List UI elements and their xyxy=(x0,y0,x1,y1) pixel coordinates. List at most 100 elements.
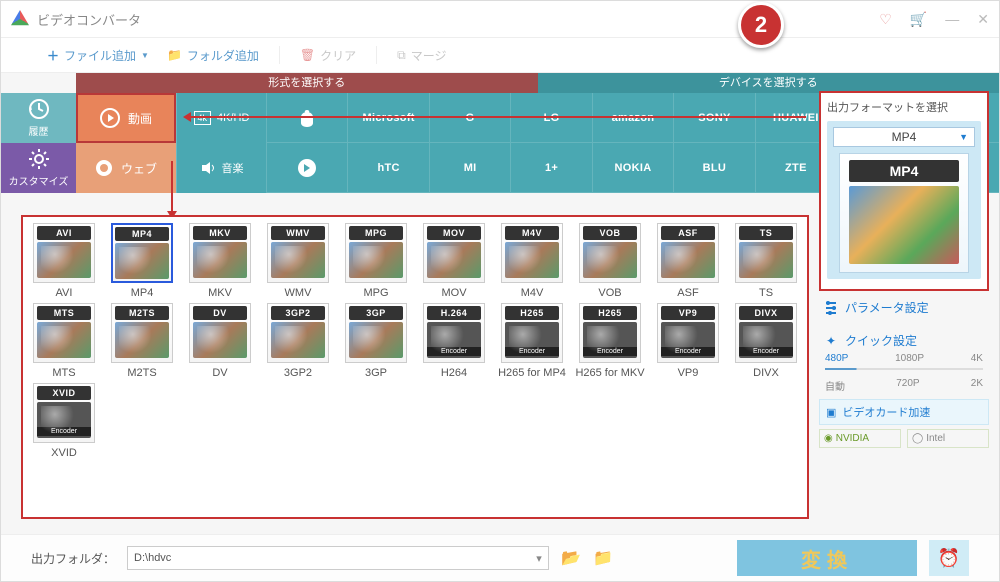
quality-row-2[interactable]: 自動 720P 2K xyxy=(819,376,989,395)
titlebar: ビデオコンバータ ♡ 🛒 — ✕ xyxy=(1,1,999,38)
brand-apple[interactable] xyxy=(266,93,347,143)
add-folder-button[interactable]: 📁 フォルダ追加 xyxy=(161,43,265,68)
format-mkv[interactable]: MKVMKV xyxy=(185,223,255,299)
format-dv[interactable]: DVDV xyxy=(185,303,255,379)
format-label: VP9 xyxy=(678,367,699,379)
tab-format[interactable]: 形式を選択する xyxy=(76,73,538,93)
format-wmv[interactable]: WMVWMV xyxy=(263,223,333,299)
brand-motorola[interactable] xyxy=(266,143,347,193)
alarm-button[interactable]: ⏰ xyxy=(929,540,969,576)
customize-label: カスタマイズ xyxy=(9,173,69,188)
tab-device[interactable]: デバイスを選択する xyxy=(538,73,1000,93)
close-button[interactable]: ✕ xyxy=(977,11,989,28)
format-label: ASF xyxy=(677,287,698,299)
output-format-dropdown[interactable]: MP4 xyxy=(833,127,975,147)
format-h265-for-mkv[interactable]: H265H265 for MKV xyxy=(575,303,645,379)
format-xvid[interactable]: XVIDXVID xyxy=(29,383,99,459)
format-asf[interactable]: ASFASF xyxy=(653,223,723,299)
format-ts[interactable]: TSTS xyxy=(731,223,801,299)
format-3gp[interactable]: 3GP3GP xyxy=(341,303,411,379)
web-category[interactable]: ウェブ xyxy=(76,143,176,193)
nvidia-icon: ◉ xyxy=(824,433,833,444)
4k-hd-label: 4K/HD xyxy=(217,112,249,124)
format-thumb: VOB xyxy=(579,223,641,283)
format-m2ts[interactable]: M2TS M2TS xyxy=(107,303,177,379)
type-tabs: 形式を選択する デバイスを選択する xyxy=(76,73,999,93)
format-vob[interactable]: VOB VOB xyxy=(575,223,645,299)
intel-icon: ◯ xyxy=(912,433,923,444)
format-thumb: M2TS xyxy=(111,303,173,363)
quality-slider[interactable] xyxy=(825,368,983,370)
history-tab[interactable]: 履歴 xyxy=(1,93,76,143)
format-label: VOB xyxy=(598,287,621,299)
format-mp4[interactable]: MP4MP4 xyxy=(107,223,177,299)
format-label: WMV xyxy=(285,287,312,299)
intel-chip[interactable]: ◯Intel xyxy=(907,429,989,448)
clear-button[interactable]: 🗑 クリア xyxy=(294,43,362,68)
add-file-label: ファイル追加 xyxy=(64,47,136,64)
parameter-settings-link[interactable]: パラメータ設定 xyxy=(819,291,989,324)
merge-icon: ⧉ xyxy=(397,48,406,63)
brand-microsoft[interactable]: Microsoft xyxy=(347,93,428,143)
output-folder-input[interactable] xyxy=(128,552,530,564)
movie-category[interactable]: 動画 xyxy=(76,93,176,143)
chrome-icon xyxy=(95,159,113,177)
merge-button[interactable]: ⧉ マージ xyxy=(391,43,452,68)
format-m4v[interactable]: M4VM4V xyxy=(497,223,567,299)
music-category[interactable]: 音楽 xyxy=(176,143,266,193)
quick-settings-link[interactable]: ✦ クイック設定 xyxy=(819,324,989,351)
trash-icon: 🗑 xyxy=(300,48,315,62)
format-3gp2[interactable]: 3GP2 3GP2 xyxy=(263,303,333,379)
step-badge-2: 2 xyxy=(738,2,784,48)
format-divx[interactable]: DIVXDIVX xyxy=(731,303,801,379)
format-h265-for-mp4[interactable]: H265H265 for MP4 xyxy=(497,303,567,379)
add-file-button[interactable]: ＋ ファイル追加 ▼ xyxy=(41,43,155,68)
brand-1[interactable]: 1+ xyxy=(510,143,591,193)
format-avi[interactable]: AVIAVI xyxy=(29,223,99,299)
format-h264[interactable]: H.264H264 xyxy=(419,303,489,379)
brand-g[interactable]: G xyxy=(429,93,510,143)
brand-htc[interactable]: hTC xyxy=(347,143,428,193)
format-label: MOV xyxy=(441,287,466,299)
gpu-accel-toggle[interactable]: ▣ ビデオカード加速 xyxy=(819,399,989,425)
customize-tab[interactable]: カスタマイズ xyxy=(1,143,76,193)
format-thumb: AVI xyxy=(33,223,95,283)
format-label: MPG xyxy=(363,287,388,299)
open-folder-icon[interactable]: 📂 xyxy=(561,548,581,568)
format-mpg[interactable]: MPGMPG xyxy=(341,223,411,299)
clear-label: クリア xyxy=(320,47,356,64)
output-format-select-wrap: MP4 MP4 xyxy=(827,121,981,279)
separator xyxy=(279,46,280,64)
folder-dropdown-icon[interactable]: ▾ xyxy=(530,552,548,565)
cart-icon[interactable]: 🛒 xyxy=(910,11,927,28)
chip-icon: ▣ xyxy=(826,406,836,419)
format-label: H265 for MKV xyxy=(575,367,644,379)
brand-lg[interactable]: LG xyxy=(510,93,591,143)
format-label: 3GP2 xyxy=(284,367,312,379)
chevron-down-icon[interactable]: ▼ xyxy=(141,51,149,60)
wand-icon: ✦ xyxy=(823,333,839,349)
format-mov[interactable]: MOVMOV xyxy=(419,223,489,299)
format-label: M2TS xyxy=(127,367,156,379)
folder-settings-icon[interactable]: 📁 xyxy=(593,548,613,568)
format-mts[interactable]: MTSMTS xyxy=(29,303,99,379)
minimize-button[interactable]: — xyxy=(945,11,959,28)
format-label: DV xyxy=(212,367,227,379)
favorite-icon[interactable]: ♡ xyxy=(879,11,892,28)
brand-sony[interactable]: SONY xyxy=(673,93,754,143)
nvidia-chip[interactable]: ◉NVIDIA xyxy=(819,429,901,448)
preview-header: MP4 xyxy=(849,160,959,182)
output-format-title: 出力フォーマットを選択 xyxy=(827,99,981,115)
convert-button[interactable]: 変換 xyxy=(737,540,917,576)
4k-icon: 4k xyxy=(194,111,212,125)
quality-row-1[interactable]: 480P 1080P 4K xyxy=(819,351,989,366)
format-label: H265 for MP4 xyxy=(498,367,566,379)
brand-blu[interactable]: BLU xyxy=(673,143,754,193)
format-thumb: 3GP2 xyxy=(267,303,329,363)
history-label: 履歴 xyxy=(29,123,49,138)
brand-amazon[interactable]: amazon xyxy=(592,93,673,143)
main-toolbar: ＋ ファイル追加 ▼ 📁 フォルダ追加 🗑 クリア ⧉ マージ xyxy=(1,38,999,73)
format-vp9[interactable]: VP9VP9 xyxy=(653,303,723,379)
brand-mi[interactable]: MI xyxy=(429,143,510,193)
brand-nokia[interactable]: NOKIA xyxy=(592,143,673,193)
